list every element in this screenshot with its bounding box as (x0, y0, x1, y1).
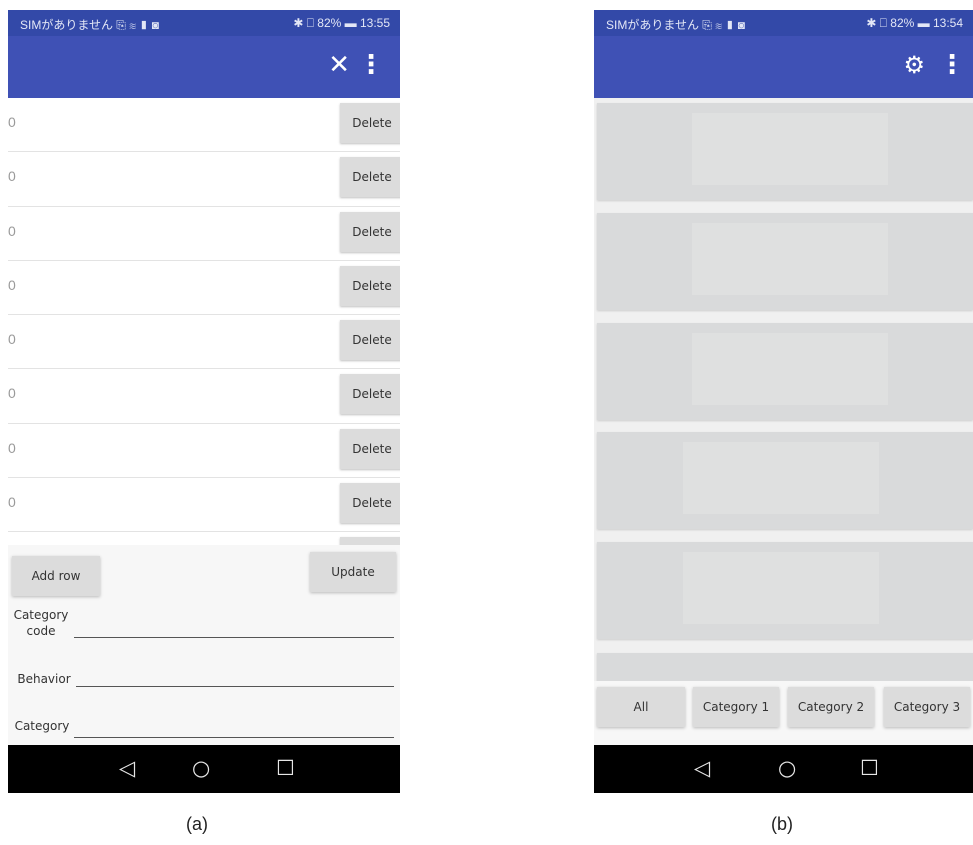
card-placeholder[interactable] (597, 213, 973, 310)
behavior-label: Behavior (17, 672, 71, 686)
caption-b: (b) (771, 814, 793, 834)
list-row: 0 Delete (8, 424, 400, 479)
list-row: 0 Delete (8, 152, 400, 207)
delete-button[interactable]: Delete (340, 483, 400, 524)
home-icon[interactable]: ○ (192, 754, 210, 782)
card-placeholder[interactable] (597, 653, 973, 681)
category-field[interactable] (74, 737, 394, 738)
recents-icon[interactable]: ☐ (860, 754, 879, 782)
delete-button[interactable]: Delete (340, 265, 400, 306)
list-row: 0 Delete (8, 261, 400, 316)
category-code-field[interactable] (74, 637, 394, 638)
row-value[interactable]: 0 (8, 385, 16, 401)
delete-button[interactable]: Delete (340, 320, 400, 361)
back-icon[interactable]: ◁ (694, 754, 710, 782)
behavior-field[interactable] (76, 686, 394, 687)
system-nav-bar: ◁ ○ ☐ (594, 745, 973, 793)
row-value[interactable]: 0 (8, 223, 16, 239)
category-button-2[interactable]: Category 2 (788, 687, 874, 727)
status-carrier-text: SIMがありません ⎘ ≋ ▮ ◙ (606, 18, 746, 32)
list-row: 0 Delete (8, 369, 400, 424)
category-button-all[interactable]: All (597, 687, 685, 727)
app-bar: ✕ ⋮ (8, 36, 400, 98)
list-row: 0 Delete (8, 478, 400, 533)
row-value[interactable]: 0 (8, 114, 16, 130)
card-list[interactable] (594, 98, 973, 681)
category-button-1[interactable]: Category 1 (693, 687, 779, 727)
row-value[interactable]: 0 (8, 168, 16, 184)
delete-button[interactable]: Delete (340, 374, 400, 415)
more-vert-icon[interactable]: ⋮ (358, 50, 384, 80)
status-carrier-text: SIMがありません ⎘ ≋ ▮ ◙ (20, 18, 160, 32)
add-row-button[interactable]: Add row (12, 556, 100, 596)
card-image-placeholder (683, 442, 879, 514)
list-row: 0 Delete (8, 98, 400, 153)
category-code-label: Category code (13, 608, 69, 638)
card-placeholder[interactable] (597, 432, 973, 529)
card-image-placeholder (683, 552, 879, 624)
edit-panel: Add row Update Category code Behavior Ca… (8, 545, 400, 745)
card-placeholder[interactable] (597, 323, 973, 420)
home-icon[interactable]: ○ (778, 754, 796, 782)
card-placeholder[interactable] (597, 103, 973, 200)
category-label: Category (14, 719, 70, 733)
list-row: 0 Delete (8, 207, 400, 261)
row-value[interactable]: 0 (8, 494, 16, 510)
card-image-placeholder (692, 333, 888, 405)
status-right-text: ✱ ⎕ 82% ▬ 13:55 (293, 16, 390, 30)
screen-a: SIMがありません ⎘ ≋ ▮ ◙ ✱ ⎕ 82% ▬ 13:55 ✕ ⋮ 0 … (8, 10, 400, 793)
system-nav-bar: ◁ ○ ☐ (8, 745, 400, 793)
close-icon[interactable]: ✕ (328, 50, 350, 80)
caption-a: (a) (186, 814, 208, 834)
card-image-placeholder (692, 113, 888, 185)
category-filter-bar: All Category 1 Category 2 Category 3 (594, 681, 973, 745)
row-value[interactable]: 0 (8, 277, 16, 293)
update-button[interactable]: Update (310, 552, 396, 592)
back-icon[interactable]: ◁ (119, 754, 135, 782)
delete-button[interactable]: Delete (340, 428, 400, 469)
settings-icon[interactable]: ⚙ (903, 50, 925, 80)
category-button-3[interactable]: Category 3 (884, 687, 970, 727)
delete-button[interactable]: Delete (340, 157, 400, 198)
status-bar: SIMがありません ⎘ ≋ ▮ ◙ ✱ ⎕ 82% ▬ 13:54 (594, 10, 973, 36)
row-list[interactable]: 0 Delete 0 Delete 0 Delete 0 Delete 0 De… (8, 98, 400, 545)
app-bar: ⚙ ⋮ (594, 36, 973, 98)
screen-b: SIMがありません ⎘ ≋ ▮ ◙ ✱ ⎕ 82% ▬ 13:54 ⚙ ⋮ Al… (594, 10, 973, 793)
status-bar: SIMがありません ⎘ ≋ ▮ ◙ ✱ ⎕ 82% ▬ 13:55 (8, 10, 400, 36)
card-image-placeholder (692, 223, 888, 295)
recents-icon[interactable]: ☐ (276, 754, 295, 782)
delete-button[interactable]: Delete (340, 211, 400, 252)
card-placeholder[interactable] (597, 542, 973, 639)
list-row: 0 Delete (8, 315, 400, 370)
delete-button[interactable] (340, 537, 400, 545)
row-value[interactable]: 0 (8, 331, 16, 347)
delete-button[interactable]: Delete (340, 103, 400, 143)
list-row: 0 (8, 532, 400, 545)
status-right-text: ✱ ⎕ 82% ▬ 13:54 (866, 16, 963, 30)
more-vert-icon[interactable]: ⋮ (939, 50, 965, 80)
row-value[interactable]: 0 (8, 440, 16, 456)
